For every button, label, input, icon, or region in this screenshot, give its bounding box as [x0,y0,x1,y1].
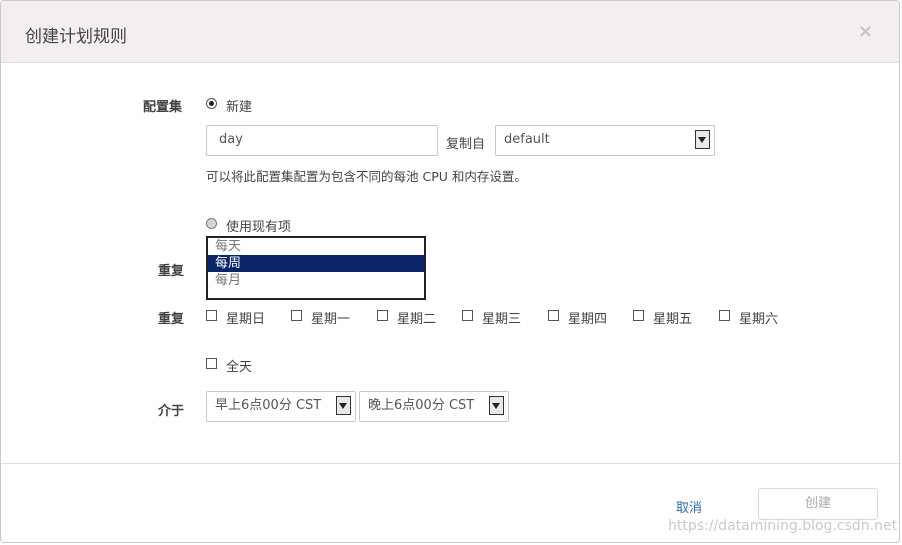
checkbox-tuesday[interactable] [377,310,388,321]
checkbox-all-day[interactable] [206,358,217,369]
chevron-down-icon[interactable] [489,396,504,415]
label-monday: 星期一 [311,312,351,327]
option-weekly[interactable]: 每周 [208,255,424,272]
repeat-frequency-label: 重复 [158,264,185,279]
dialog-header: 创建计划规则 × [1,1,899,63]
start-time-value: 早上6点00分 CST [215,398,322,413]
config-set-description: 可以将此配置集配置为包含不同的每池 CPU 和内存设置。 [206,169,527,184]
copy-from-value: default [504,132,550,147]
config-name-input[interactable]: day [206,125,438,156]
option-daily[interactable]: 每天 [208,238,424,255]
start-time-select[interactable]: 早上6点00分 CST [206,391,356,422]
dialog-title: 创建计划规则 [25,27,127,47]
between-label: 介于 [158,404,185,419]
checkbox-friday[interactable] [633,310,644,321]
checkbox-wednesday[interactable] [462,310,473,321]
label-saturday: 星期六 [739,312,779,327]
watermark-text: https://datamining.blog.csdn.net [668,518,898,534]
checkbox-monday[interactable] [291,310,302,321]
create-button[interactable]: 创建 [758,488,878,520]
chevron-down-icon[interactable] [695,130,710,149]
use-existing-radio[interactable] [206,218,217,229]
all-day-label: 全天 [226,360,253,375]
label-tuesday: 星期二 [397,312,437,327]
config-set-label: 配置集 [143,100,183,115]
new-radio-label: 新建 [226,100,253,115]
create-schedule-dialog: 创建计划规则 × 配置集 新建 day 复制自 default 可以将此配置集配… [0,0,900,543]
label-friday: 星期五 [653,312,693,327]
copy-from-select[interactable]: default [495,125,715,156]
checkbox-thursday[interactable] [548,310,559,321]
new-radio[interactable] [206,98,217,109]
label-sunday: 星期日 [226,312,266,327]
cancel-button[interactable]: 取消 [676,497,702,516]
checkbox-saturday[interactable] [719,310,730,321]
use-existing-label: 使用现有项 [226,220,292,235]
copy-from-label: 复制自 [446,137,486,152]
end-time-value: 晚上6点00分 CST [368,398,475,413]
label-thursday: 星期四 [568,312,608,327]
close-icon[interactable]: × [858,21,873,42]
checkbox-sunday[interactable] [206,310,217,321]
footer-divider [1,463,899,464]
chevron-down-icon[interactable] [336,396,351,415]
label-wednesday: 星期三 [482,312,522,327]
repeat-days-label: 重复 [158,312,185,327]
end-time-select[interactable]: 晚上6点00分 CST [359,391,509,422]
repeat-frequency-dropdown[interactable]: 每天 每周 每月 [206,236,426,300]
option-monthly[interactable]: 每月 [208,272,424,289]
